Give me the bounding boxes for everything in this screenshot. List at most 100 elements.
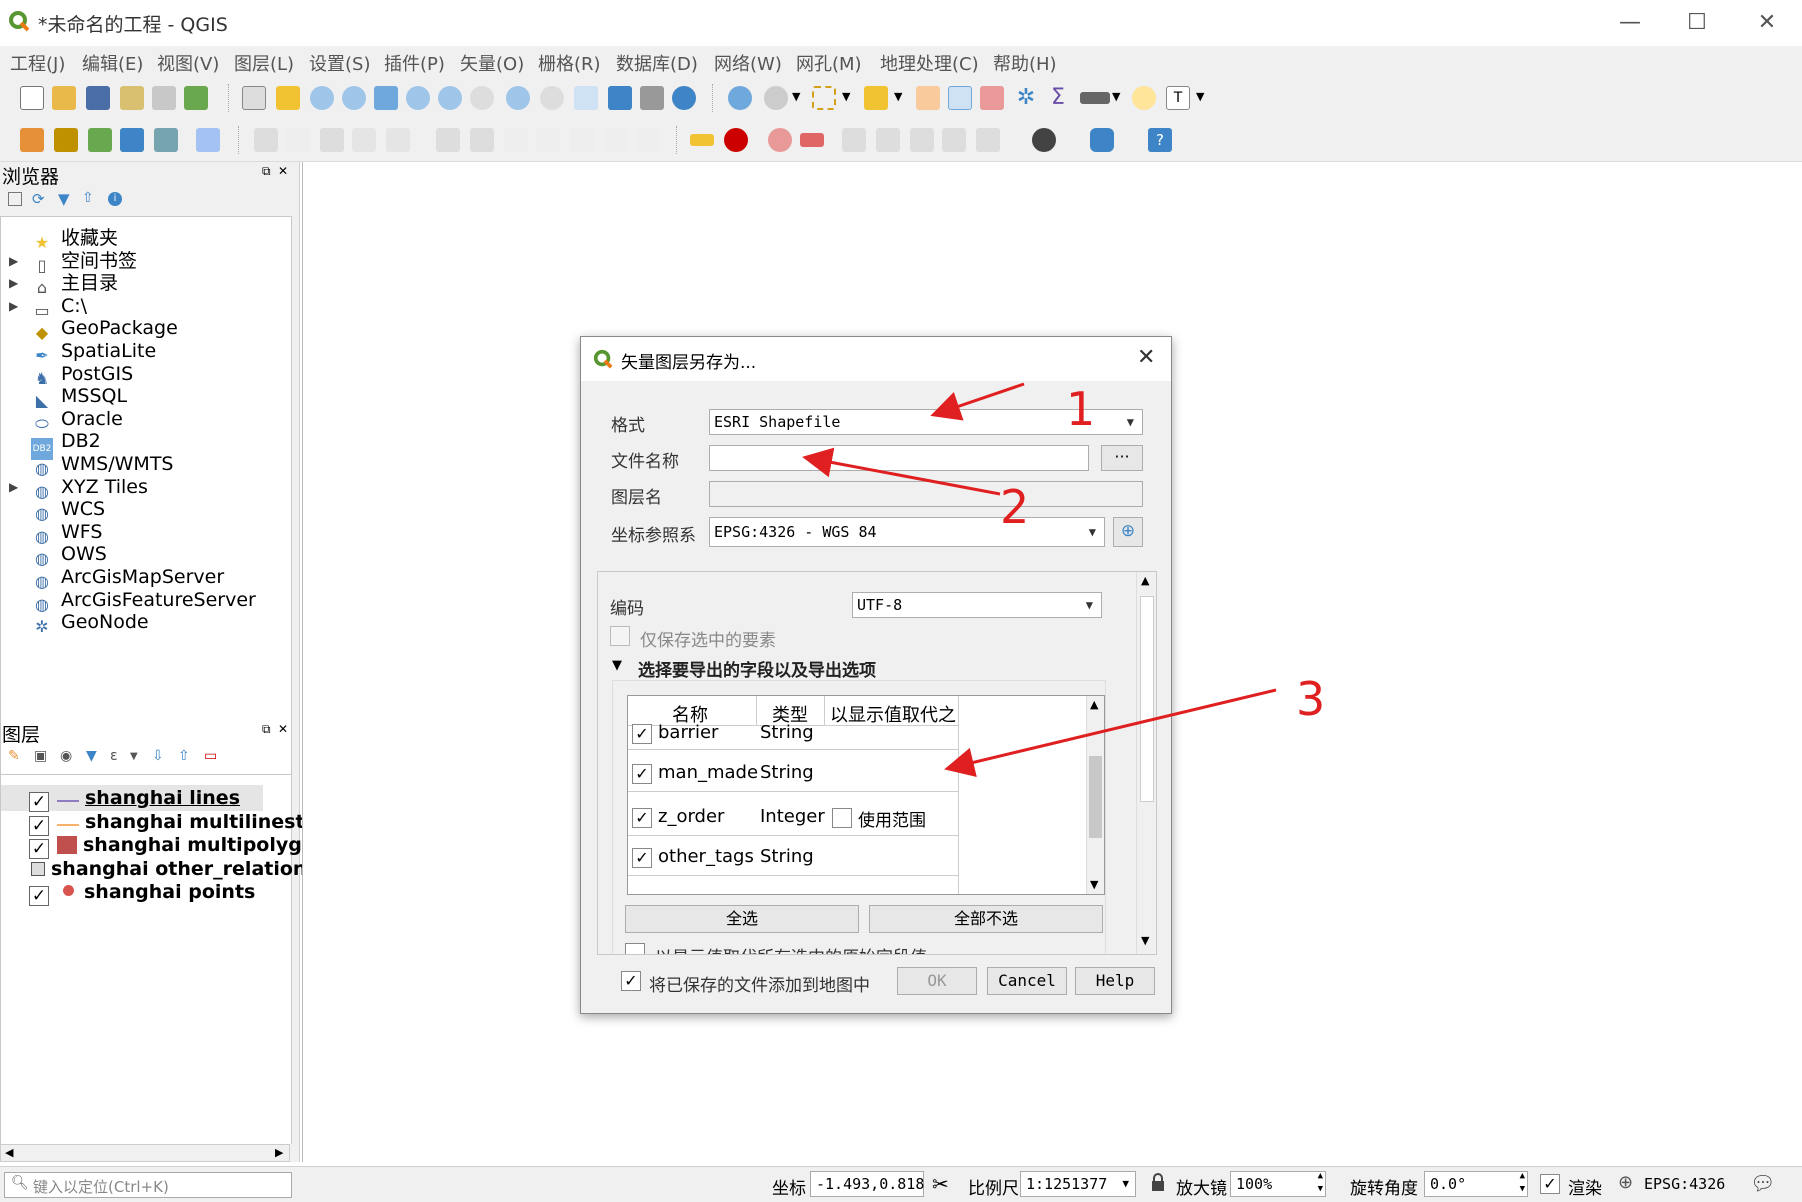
scroll-up-icon[interactable]: ▲ <box>1090 698 1098 711</box>
chevron-down-icon[interactable]: ▼ <box>130 751 138 762</box>
browser-item[interactable]: ✲ GeoNode <box>31 609 148 636</box>
save-edits-icon[interactable] <box>320 128 344 152</box>
open-styling-icon[interactable]: ✎ <box>8 748 20 764</box>
zoom-out-icon[interactable] <box>342 86 366 110</box>
chevron-down-icon[interactable]: ▼ <box>842 90 850 103</box>
new-map-view-icon[interactable] <box>574 86 598 110</box>
data-source-manager-icon[interactable] <box>20 128 44 152</box>
new-virtual-layer-icon[interactable] <box>154 128 178 152</box>
redo-icon[interactable] <box>636 128 660 152</box>
move-label-icon[interactable] <box>842 128 866 152</box>
vertex-tool-icon[interactable] <box>386 128 410 152</box>
info-icon[interactable]: i <box>108 192 122 206</box>
render-checkbox[interactable]: ✓ <box>1540 1174 1560 1194</box>
scroll-up-icon[interactable]: ▲ <box>1141 574 1149 587</box>
modify-attributes-icon[interactable] <box>436 128 460 152</box>
menu-mesh[interactable]: 网孔(M) <box>796 50 862 76</box>
crs-status[interactable]: EPSG:4326 <box>1644 1175 1725 1193</box>
expand-all-icon[interactable]: ⇩ <box>152 748 164 764</box>
text-annotation-icon[interactable]: T <box>1166 86 1190 110</box>
statistics-sum-icon[interactable]: Σ <box>1046 86 1070 110</box>
new-geopackage-layer-icon[interactable] <box>54 128 78 152</box>
table-row[interactable]: ✓ z_order Integer 使用范围 <box>628 796 958 836</box>
panel-float-icon[interactable]: ⧉ <box>262 164 271 179</box>
plugin-globe-icon[interactable] <box>1032 128 1056 152</box>
menu-edit[interactable]: 编辑(E) <box>82 50 143 76</box>
layout-manager-icon[interactable] <box>152 86 176 110</box>
table-scrollbar[interactable]: ▲ ▼ <box>1086 696 1104 894</box>
deselect-all-icon[interactable] <box>916 86 940 110</box>
new-print-layout-icon[interactable] <box>120 86 144 110</box>
copy-features-icon[interactable] <box>536 128 560 152</box>
unpin-labels-icon[interactable] <box>976 128 1000 152</box>
layer-item[interactable]: ✓ shanghai multipolygo <box>29 832 315 859</box>
show-labels-icon[interactable] <box>800 133 824 147</box>
layer-item[interactable]: ✓ shanghai lines <box>1 785 263 812</box>
horizontal-scrollbar[interactable]: ◀ ▶ <box>0 1144 290 1162</box>
panel-close-icon[interactable]: ✕ <box>278 164 288 178</box>
table-row[interactable]: ✓ barrier String <box>628 720 958 750</box>
label-tool-icon[interactable] <box>690 134 714 146</box>
chevron-down-icon[interactable]: ▼ <box>792 90 800 103</box>
magnifier-spinbox[interactable]: 100% ▲ ▼ <box>1230 1171 1326 1197</box>
style-manager-icon[interactable] <box>184 86 208 110</box>
maximize-button[interactable]: ☐ <box>1672 8 1722 38</box>
current-edits-icon[interactable] <box>254 128 278 152</box>
scroll-thumb[interactable] <box>1140 596 1154 802</box>
identify-icon[interactable] <box>728 86 752 110</box>
cut-features-icon[interactable] <box>504 128 528 152</box>
spin-arrows-icon[interactable]: ▲ ▼ <box>1520 1170 1525 1196</box>
filename-input[interactable] <box>709 445 1089 471</box>
scroll-left-icon[interactable]: ◀ <box>5 1146 13 1159</box>
attribute-table-icon[interactable] <box>948 86 972 110</box>
menu-plugins[interactable]: 插件(P) <box>384 50 445 76</box>
refresh-icon[interactable]: ⟳ <box>32 190 45 208</box>
open-project-icon[interactable] <box>52 86 76 110</box>
zoom-last-icon[interactable] <box>506 86 530 110</box>
pin-labels-icon[interactable] <box>768 128 792 152</box>
action-icon[interactable] <box>764 86 788 110</box>
help-button[interactable]: Help <box>1075 967 1155 995</box>
panel-float-icon[interactable]: ⧉ <box>262 722 271 737</box>
toggle-extents-icon[interactable]: ✂ <box>932 1172 949 1196</box>
layername-input[interactable] <box>709 481 1143 507</box>
scroll-down-icon[interactable]: ▼ <box>1090 878 1098 891</box>
rotate-label-icon[interactable] <box>876 128 900 152</box>
messages-icon[interactable]: 💬︎ <box>1750 1171 1775 1195</box>
crs-selector-button[interactable]: ⊕ <box>1113 517 1143 547</box>
zoom-to-layer-icon[interactable] <box>438 86 462 110</box>
remove-layer-icon[interactable]: ▭ <box>204 748 217 764</box>
filter-legend-icon[interactable]: ▼ <box>86 748 97 764</box>
layer-item[interactable]: ✓ shanghai multilinestr <box>29 809 314 836</box>
zoom-full-icon[interactable] <box>374 86 398 110</box>
cancel-button[interactable]: Cancel <box>987 967 1067 995</box>
zoom-native-icon[interactable] <box>470 86 494 110</box>
menu-vector[interactable]: 矢量(O) <box>460 50 524 76</box>
new-project-icon[interactable] <box>20 86 44 110</box>
spin-arrows-icon[interactable]: ▲ ▼ <box>1318 1170 1323 1196</box>
chevron-down-icon[interactable]: ▼ <box>1112 90 1120 103</box>
label-properties-icon[interactable] <box>942 128 966 152</box>
diagram-tool-icon[interactable] <box>724 128 748 152</box>
scroll-thumb[interactable] <box>1089 756 1102 838</box>
field-calculator-icon[interactable] <box>980 86 1004 110</box>
digitize-icon[interactable] <box>352 128 376 152</box>
change-label-icon[interactable] <box>910 128 934 152</box>
layer-visibility-checkbox[interactable]: ✓ <box>29 886 49 906</box>
python-console-icon[interactable] <box>1090 128 1114 152</box>
selected-only-checkbox[interactable] <box>610 626 630 646</box>
scroll-down-icon[interactable]: ▼ <box>1141 934 1149 947</box>
zoom-in-icon[interactable] <box>310 86 334 110</box>
add-selected-icon[interactable] <box>8 192 22 206</box>
delete-selected-icon[interactable] <box>470 128 494 152</box>
minimize-button[interactable]: — <box>1605 8 1655 38</box>
expand-arrow-icon[interactable]: ▶ <box>9 254 18 268</box>
paste-features-icon[interactable] <box>570 128 594 152</box>
undo-icon[interactable] <box>604 128 628 152</box>
chevron-down-icon[interactable]: ▼ <box>894 90 902 103</box>
crs-globe-icon[interactable]: ⊕ <box>1618 1172 1633 1193</box>
field-checkbox[interactable]: ✓ <box>632 848 652 868</box>
menu-help[interactable]: 帮助(H) <box>993 50 1057 76</box>
menu-raster[interactable]: 栅格(R) <box>538 50 601 76</box>
zoom-to-selection-icon[interactable] <box>406 86 430 110</box>
